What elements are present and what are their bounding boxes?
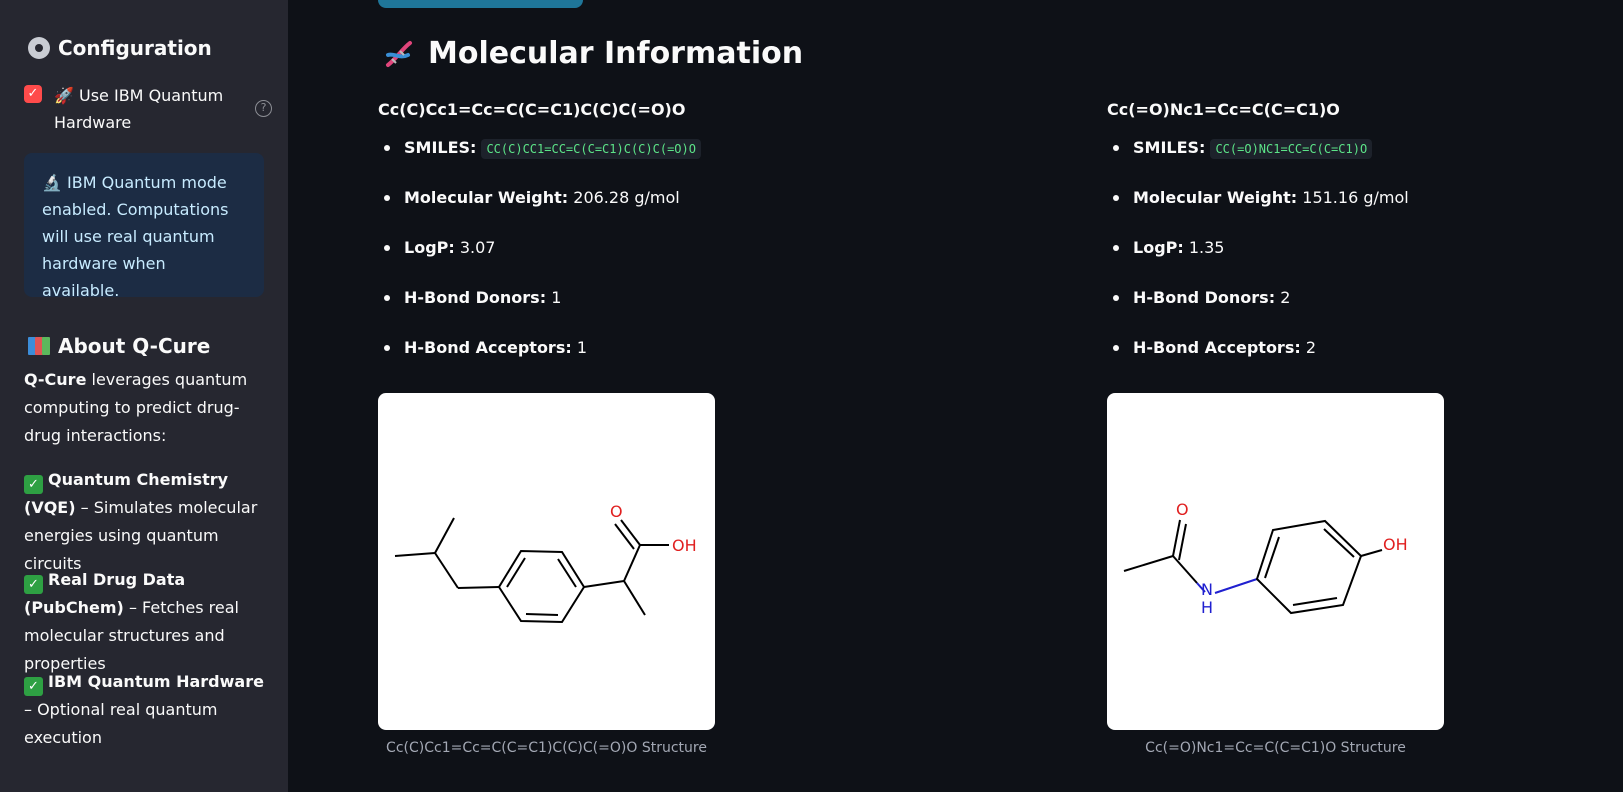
ibm-mode-info-text: 🔬 IBM Quantum mode enabled. Computations… [42,173,229,300]
hydroxyl-atom-label: OH [1383,535,1408,554]
molecule-column-2: Cc(=O)Nc1=Cc=C(C=C1)O SMILES: CC(=O)NC1=C… [1107,98,1623,756]
list-item: LogP: 3.07 [378,236,1078,286]
acetaminophen-structure: O N H OH [1123,500,1408,617]
mw-label: Molecular Weight: [1133,188,1298,207]
oxygen-atom-label: O [1176,500,1189,519]
feature-item: ✓ Quantum Chemistry (VQE) – Simulates mol… [24,466,269,578]
list-item: H-Bond Acceptors: 1 [378,336,1078,386]
smiles-label: SMILES: [404,138,477,157]
donors-label: H-Bond Donors: [1133,288,1276,307]
molecule-structure-image: O N H OH [1107,393,1444,730]
donors-value: 1 [551,288,562,307]
mw-label: Molecular Weight: [404,188,569,207]
list-item: Molecular Weight: 151.16 g/mol [1107,186,1623,236]
logp-label: LogP: [1133,238,1184,257]
about-intro-bold: Q-Cure [24,370,87,389]
sidebar: Configuration ✓ 🚀 Use IBM Quantum Hardwa… [0,0,288,792]
ibm-hardware-checkbox[interactable]: ✓ [24,85,42,103]
check-mark-icon: ✓ [24,475,43,494]
top-action-button[interactable] [378,0,583,8]
nitrogen-atom-label: N [1201,580,1213,599]
structure-caption: Cc(C)Cc1=Cc=C(C=C1)C(C)C(=O)O Structure [386,740,707,756]
acceptors-value: 2 [1305,338,1317,357]
feature-item: ✓ Real Drug Data (PubChem) – Fetches real… [24,566,269,678]
feature-item: ✓ IBM Quantum Hardware – Optional real qu… [24,668,269,752]
help-icon[interactable]: ? [255,100,272,117]
dna-icon [386,40,412,67]
list-item: Molecular Weight: 206.28 g/mol [378,186,1078,236]
mw-value: 206.28 g/mol [573,188,680,207]
about-title-text: About Q-Cure [58,334,211,358]
smiles-label: SMILES: [1133,138,1206,157]
list-item: H-Bond Donors: 2 [1107,286,1623,336]
books-icon [28,336,50,356]
acceptors-value: 1 [576,338,588,357]
config-title: Configuration [28,36,212,60]
page-title-text: Molecular Information [428,36,804,71]
list-item: H-Bond Donors: 1 [378,286,1078,336]
list-item: H-Bond Acceptors: 2 [1107,336,1623,386]
mw-value: 151.16 g/mol [1302,188,1409,207]
donors-value: 2 [1280,288,1291,307]
feature-title: IBM Quantum Hardware [48,672,264,691]
ibuprofen-structure: O OH [394,502,697,624]
molecule-column-1: Cc(C)Cc1=Cc=C(C=C1)C(C)C(=O)O SMILES: CC(… [378,98,1078,756]
acceptors-label: H-Bond Acceptors: [1133,338,1301,357]
list-item: SMILES: CC(C)CC1=CC=C(C=C1)C(C)C(=O)O [378,136,1078,186]
about-title: About Q-Cure [28,334,210,358]
donors-label: H-Bond Donors: [404,288,547,307]
acceptors-label: H-Bond Acceptors: [404,338,572,357]
page-title: Molecular Information [382,36,803,71]
logp-label: LogP: [404,238,455,257]
gear-icon [28,37,50,59]
check-mark-icon: ✓ [24,677,43,696]
ibm-hardware-checkbox-row[interactable]: ✓ 🚀 Use IBM Quantum Hardware ? [24,82,272,136]
property-list: SMILES: CC(C)CC1=CC=C(C=C1)C(C)C(=O)O Mol… [378,136,1078,386]
ibm-mode-info-box: 🔬 IBM Quantum mode enabled. Computations… [24,153,264,300]
hydrogen-atom-label: H [1201,598,1213,617]
list-item: LogP: 1.35 [1107,236,1623,286]
check-mark-icon: ✓ [24,575,43,594]
structure-caption: Cc(=O)Nc1=Cc=C(C=C1)O Structure [1145,740,1406,756]
oxygen-atom-label: O [610,502,623,521]
molecule-structure-image: O OH [378,393,715,730]
hydroxyl-atom-label: OH [672,536,697,555]
list-item: SMILES: CC(=O)NC1=CC=C(C=C1)O [1107,136,1623,186]
about-intro: Q-Cure leverages quantum computing to pr… [24,366,269,450]
smiles-code: CC(C)CC1=CC=C(C=C1)C(C)C(=O)O [481,139,701,159]
logp-value: 1.35 [1188,238,1225,257]
feature-desc: – Optional real quantum execution [24,700,218,747]
molecule-name: Cc(=O)Nc1=Cc=C(C=C1)O [1107,100,1340,119]
smiles-code: CC(=O)NC1=CC=C(C=C1)O [1210,139,1373,159]
ibm-hardware-checkbox-label[interactable]: 🚀 Use IBM Quantum Hardware [54,82,244,136]
logp-value: 3.07 [459,238,496,257]
config-title-text: Configuration [58,36,212,60]
property-list: SMILES: CC(=O)NC1=CC=C(C=C1)O Molecular W… [1107,136,1623,386]
molecule-name: Cc(C)Cc1=Cc=C(C=C1)C(C)C(=O)O [378,100,686,119]
